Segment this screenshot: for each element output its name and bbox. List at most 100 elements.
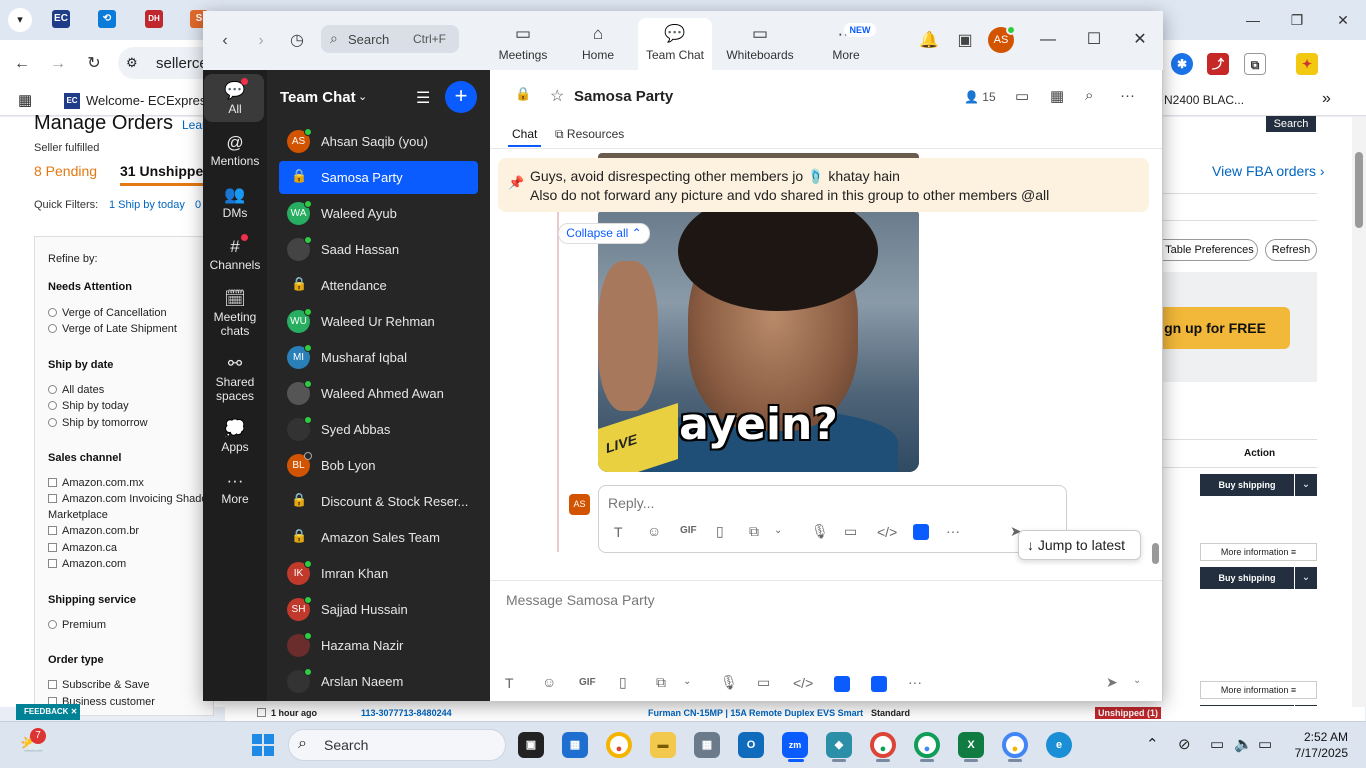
reply-input[interactable]: Reply...	[608, 495, 654, 511]
file-icon[interactable]: ▯	[619, 674, 627, 691]
page-search-button[interactable]: Search	[1266, 116, 1316, 132]
store-icon[interactable]: ▦	[562, 732, 588, 758]
more-information-button[interactable]: More information ≡	[1200, 543, 1317, 561]
apps-grid-icon[interactable]: ▦	[18, 91, 32, 109]
video-message-icon[interactable]: ▭	[757, 674, 770, 691]
extensions-puzzle-icon[interactable]: ⧉	[1244, 53, 1266, 75]
chat-list-item[interactable]: BL Bob Lyon	[279, 449, 478, 482]
channel-ca[interactable]: Amazon.ca	[48, 542, 117, 554]
row-order-id[interactable]: 113-3077713-8480244	[361, 708, 452, 718]
filter-subscribe-save[interactable]: Subscribe & Save	[48, 679, 149, 691]
rail-more[interactable]: ··· More	[205, 470, 265, 506]
browser-restore-icon[interactable]: ❐	[1282, 8, 1312, 32]
subtab-chat[interactable]: Chat	[512, 127, 537, 141]
channel-search-icon[interactable]: ⌕	[1085, 87, 1093, 104]
app-icon-2[interactable]	[871, 676, 887, 692]
history-icon[interactable]: ◷	[286, 30, 308, 52]
buy-shipping-button[interactable]: Buy shipping	[1200, 474, 1294, 496]
volume-icon[interactable]: 🔈	[1234, 735, 1253, 753]
video-message-icon[interactable]: ▭	[844, 523, 857, 540]
calculator-icon[interactable]: ▦	[694, 732, 720, 758]
tab-unshipped[interactable]: 31 Unshipped	[120, 163, 212, 179]
tab-meetings[interactable]: ▭ Meetings	[486, 18, 560, 70]
collapse-all-button[interactable]: Collapse all ⌃	[558, 223, 650, 244]
tab-search-dropdown[interactable]: ▾	[8, 8, 32, 32]
quick-filter-ship-today[interactable]: 1 Ship by today	[109, 199, 185, 211]
file-icon[interactable]: ▯	[716, 523, 724, 540]
video-call-icon[interactable]: ▭	[1015, 87, 1029, 105]
table-preferences-button[interactable]: t Table Preferences	[1156, 239, 1258, 261]
chevron-down-icon[interactable]: ⌄	[358, 90, 367, 103]
channel-title[interactable]: Samosa Party	[574, 88, 673, 105]
tab-favicon-dh[interactable]: DH	[145, 10, 163, 28]
rail-shared-spaces[interactable]: ⚯ Shared spaces	[205, 353, 265, 403]
pdf-extension-icon[interactable]: ⤴	[1207, 53, 1229, 75]
tab-whiteboards[interactable]: ▭ Whiteboards	[723, 18, 797, 70]
clock-date[interactable]: 7/17/2025	[1288, 746, 1348, 760]
rail-dms[interactable]: 👥 DMs	[205, 184, 265, 220]
channel-mx[interactable]: Amazon.com.mx	[48, 477, 144, 489]
chat-list-item[interactable]: Hazama Nazir	[279, 629, 478, 662]
extension-icon-1[interactable]: ✱	[1171, 53, 1193, 75]
chat-list-item[interactable]: Syed Abbas	[279, 413, 478, 446]
taskbar-search-box[interactable]	[288, 729, 506, 761]
rail-meeting-chats[interactable]: 🗓 Meeting chats	[205, 288, 265, 338]
chrome-profile-icon[interactable]: ●	[870, 732, 896, 758]
chat-list-item[interactable]: IK Imran Khan	[279, 557, 478, 590]
filter-verge-late[interactable]: Verge of Late Shipment	[48, 323, 177, 335]
messages-scrollbar-thumb[interactable]	[1152, 543, 1159, 564]
screenshot-icon[interactable]: ⧉	[656, 674, 666, 691]
zoom-maximize-icon[interactable]: ☐	[1082, 28, 1106, 52]
chat-list-item[interactable]: SH Sajjad Hussain	[279, 593, 478, 626]
filter-premium[interactable]: Premium	[48, 619, 106, 631]
microphone-icon[interactable]: 🎙	[720, 674, 738, 691]
shared-image[interactable]: LIVE ayein?	[598, 211, 919, 472]
chat-list-item[interactable]: Arslan Naeem	[279, 665, 478, 698]
message-composer-input[interactable]: Message Samosa Party	[506, 592, 655, 608]
jump-to-latest-button[interactable]: ↓ Jump to latest	[1018, 530, 1141, 560]
zoom-back-icon[interactable]: ‹	[214, 30, 236, 52]
zoom-minimize-icon[interactable]: —	[1036, 28, 1060, 52]
forward-icon[interactable]: →	[46, 52, 70, 76]
chat-list-item[interactable]: WU Waleed Ur Rehman	[279, 305, 478, 338]
excel-icon[interactable]: X	[958, 732, 984, 758]
chat-list-item[interactable]: Waleed Ahmed Awan	[279, 377, 478, 410]
site-info-icon[interactable]: ⚙	[126, 55, 138, 71]
filter-ship-today[interactable]: Ship by today	[48, 400, 129, 412]
filter-icon[interactable]: ☰	[416, 88, 430, 108]
back-icon[interactable]: ←	[10, 52, 34, 76]
file-explorer-icon[interactable]: ▬	[650, 732, 676, 758]
more-information-button[interactable]: More information ≡	[1200, 681, 1317, 699]
gif-icon[interactable]: GIF	[579, 677, 596, 688]
app-icon[interactable]	[913, 524, 929, 540]
chrome-profile-2-icon[interactable]: ●	[914, 732, 940, 758]
rail-apps[interactable]: 💭 Apps	[205, 418, 265, 454]
display-icon[interactable]: ▭	[1210, 735, 1224, 753]
tab-home[interactable]: ⌂ Home	[561, 18, 635, 70]
reload-icon[interactable]: ↻	[82, 52, 106, 76]
start-button[interactable]	[252, 734, 274, 756]
row-checkbox[interactable]	[257, 708, 266, 717]
calendar-gift-icon[interactable]: ▣	[954, 30, 976, 52]
star-icon[interactable]: ☆	[550, 86, 564, 106]
tray-chevron-icon[interactable]: ⌃	[1146, 735, 1159, 753]
tab-pending[interactable]: 8 Pending	[34, 163, 97, 179]
view-fba-orders-link[interactable]: View FBA orders ›	[1212, 163, 1325, 179]
task-view-icon[interactable]: ▣	[518, 732, 544, 758]
chat-list-item[interactable]: 🔒 Samosa Party	[279, 161, 478, 194]
notification-bell-icon[interactable]: 🔔	[918, 30, 940, 52]
composer-more-icon[interactable]: ···	[908, 674, 922, 690]
filter-verge-cancel[interactable]: Verge of Cancellation	[48, 307, 167, 319]
chat-list-item[interactable]: AS Ahsan Saqib (you)	[279, 125, 478, 158]
code-icon[interactable]: </>	[793, 675, 813, 691]
chat-list-item[interactable]: 🔒 Amazon Sales Team	[279, 521, 478, 554]
chat-list-title[interactable]: Team Chat	[280, 89, 356, 106]
chat-list-item[interactable]: Saad Hassan	[279, 233, 478, 266]
signup-free-button[interactable]: gn up for FREE	[1150, 307, 1290, 349]
send-options-icon[interactable]: ⌄	[1133, 675, 1141, 686]
edge-icon[interactable]: e	[1046, 732, 1072, 758]
tab-team-chat[interactable]: 💬 Team Chat	[638, 18, 712, 70]
zoom-app-icon[interactable]: zm	[782, 732, 808, 758]
zoom-forward-icon[interactable]: ›	[250, 30, 272, 52]
profile-extension-icon[interactable]: ✦	[1296, 53, 1318, 75]
